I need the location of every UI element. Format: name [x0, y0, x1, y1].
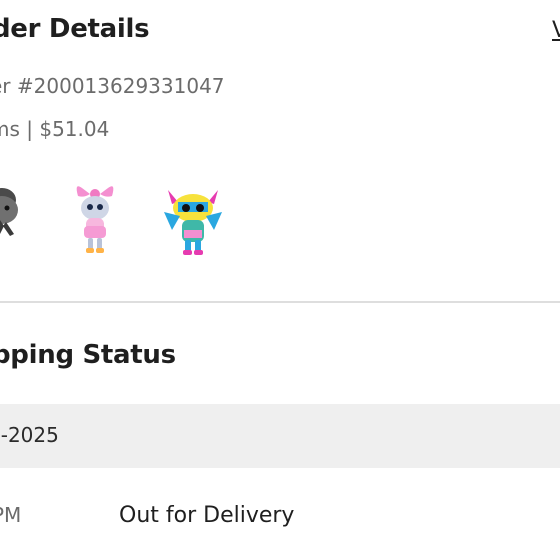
item-thumbnail-winged-plush[interactable]: [158, 182, 228, 262]
view-link[interactable]: V: [552, 18, 560, 43]
plush-toy-icon: [164, 190, 222, 255]
shipping-event-status: Out for Delivery: [119, 503, 295, 528]
shipping-date: 9-2025: [0, 423, 59, 447]
item-thumbnail-pink-plush[interactable]: [60, 182, 130, 262]
order-page: der Details V er #200013629331047 ms | $…: [0, 0, 560, 560]
shipping-date-row: 9-2025: [0, 404, 560, 468]
plush-toy-icon: [0, 188, 18, 236]
order-number: er #200013629331047: [0, 74, 225, 98]
order-summary: ms | $51.04: [0, 117, 110, 141]
order-details-heading: der Details: [0, 14, 150, 44]
section-divider: [0, 301, 560, 303]
shipping-status-heading: pping Status: [0, 340, 176, 370]
plush-toy-icon: [76, 186, 114, 253]
item-thumbnail-gray-plush[interactable]: [0, 182, 40, 262]
shipping-event-time: PM: [0, 503, 22, 527]
